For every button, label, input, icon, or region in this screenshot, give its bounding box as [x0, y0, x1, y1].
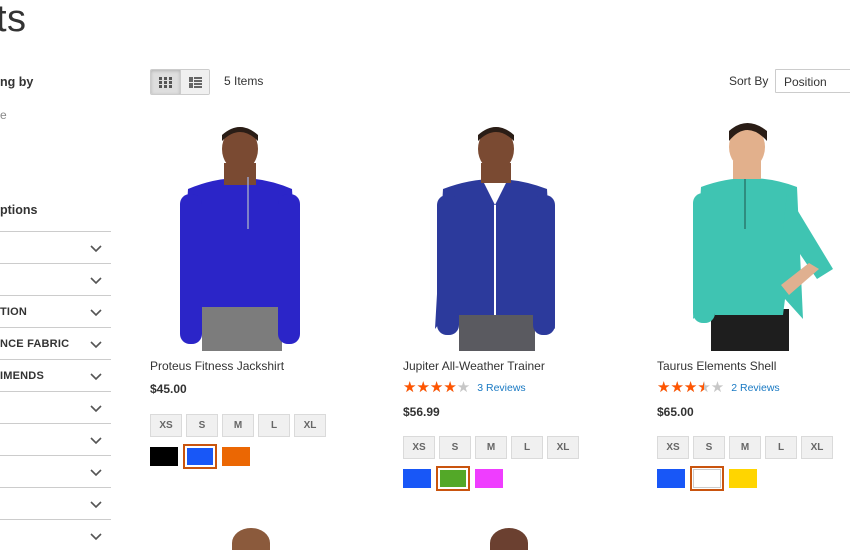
filter-item[interactable] — [0, 488, 111, 520]
product-card: Proteus Fitness Jackshirt $45.00 XS S M … — [150, 119, 360, 469]
color-swatch[interactable] — [436, 466, 470, 491]
shop-by-subtext: e — [0, 108, 7, 122]
filter-label: NCE FABRIC — [0, 338, 70, 350]
product-photo[interactable] — [657, 119, 837, 351]
view-mode-switcher — [150, 69, 210, 95]
filter-item[interactable] — [0, 264, 111, 296]
size-option[interactable]: XS — [657, 436, 689, 459]
filter-item[interactable] — [0, 456, 111, 488]
product-image-peek[interactable] — [232, 528, 270, 550]
chevron-down-icon — [90, 373, 102, 381]
sort-by-select[interactable]: Position — [775, 69, 850, 93]
size-option[interactable]: M — [729, 436, 761, 459]
sort-by-label: Sort By — [729, 74, 769, 88]
color-swatches — [403, 466, 613, 491]
color-swatches — [150, 444, 360, 469]
color-swatch[interactable] — [657, 469, 685, 488]
product-rating: ★★★★★ ★★★★★ 3 Reviews — [403, 380, 613, 395]
product-name[interactable]: Proteus Fitness Jackshirt — [150, 359, 360, 373]
product-card: Jupiter All-Weather Trainer ★★★★★ ★★★★★ … — [403, 119, 613, 491]
product-image — [180, 127, 300, 351]
product-name[interactable]: Jupiter All-Weather Trainer — [403, 359, 613, 373]
color-swatch[interactable] — [183, 444, 217, 469]
size-option[interactable]: XL — [801, 436, 833, 459]
rating-stars: ★★★★★ ★★★★★ — [403, 380, 470, 395]
product-image — [693, 123, 833, 351]
chevron-down-icon — [90, 501, 102, 509]
size-option[interactable]: XL — [294, 414, 326, 437]
product-photo[interactable] — [403, 119, 583, 351]
size-options: XS S M L XL — [403, 436, 613, 459]
color-swatch[interactable] — [690, 466, 724, 491]
grid-view-button[interactable] — [151, 70, 180, 94]
filter-list: TION NCE FABRIC IMENDS — [0, 231, 111, 550]
filter-item[interactable]: NCE FABRIC — [0, 328, 111, 360]
chevron-down-icon — [90, 437, 102, 445]
rating-stars-fill: ★★★★★ — [403, 381, 457, 395]
reviews-link[interactable]: 3 Reviews — [477, 382, 525, 394]
chevron-down-icon — [90, 277, 102, 285]
filter-item[interactable] — [0, 424, 111, 456]
size-option[interactable]: L — [511, 436, 543, 459]
list-view-button[interactable] — [180, 70, 209, 94]
chevron-down-icon — [90, 341, 102, 349]
size-option[interactable]: L — [765, 436, 797, 459]
filter-item[interactable] — [0, 392, 111, 424]
sidebar: ng by e ptions TION NCE FABRIC IMENDS — [0, 0, 112, 550]
size-option[interactable]: XS — [403, 436, 435, 459]
color-swatch[interactable] — [475, 469, 503, 488]
product-price: $56.99 — [403, 405, 440, 419]
color-swatch[interactable] — [222, 447, 250, 466]
items-count: 5 Items — [224, 74, 264, 88]
color-swatches — [657, 466, 850, 491]
filter-item[interactable]: IMENDS — [0, 360, 111, 392]
chevron-down-icon — [90, 309, 102, 317]
product-rating: ★★★★★ ★★★★★ 2 Reviews — [657, 380, 850, 395]
reviews-link[interactable]: 2 Reviews — [731, 382, 779, 394]
size-option[interactable]: M — [222, 414, 254, 437]
product-name[interactable]: Taurus Elements Shell — [657, 359, 850, 373]
chevron-down-icon — [90, 405, 102, 413]
filter-item[interactable] — [0, 232, 111, 264]
rating-stars: ★★★★★ ★★★★★ — [657, 380, 724, 395]
product-photo[interactable] — [150, 119, 330, 351]
size-option[interactable]: M — [475, 436, 507, 459]
product-card: Taurus Elements Shell ★★★★★ ★★★★★ 2 Revi… — [657, 119, 850, 491]
grid-icon — [159, 76, 172, 88]
filter-item[interactable]: TION — [0, 296, 111, 328]
size-option[interactable]: S — [693, 436, 725, 459]
color-swatch[interactable] — [729, 469, 757, 488]
size-options: XS S M L XL — [150, 414, 360, 437]
size-option[interactable]: L — [258, 414, 290, 437]
filter-label: TION — [0, 306, 28, 318]
filter-label: IMENDS — [0, 370, 44, 382]
chevron-down-icon — [90, 245, 102, 253]
size-option[interactable]: XL — [547, 436, 579, 459]
chevron-down-icon — [90, 533, 102, 541]
shopping-options-heading: ptions — [0, 203, 38, 217]
size-option[interactable]: S — [439, 436, 471, 459]
size-option[interactable]: S — [186, 414, 218, 437]
chevron-down-icon — [90, 469, 102, 477]
shop-by-heading: ng by — [0, 75, 34, 89]
product-image — [435, 127, 555, 351]
color-swatch[interactable] — [150, 447, 178, 466]
size-options: XS S M L XL — [657, 436, 850, 459]
color-swatch[interactable] — [403, 469, 431, 488]
product-price: $65.00 — [657, 405, 694, 419]
filter-item[interactable] — [0, 520, 111, 550]
size-option[interactable]: XS — [150, 414, 182, 437]
list-icon — [188, 76, 202, 88]
rating-stars-fill: ★★★★★ — [657, 381, 704, 395]
product-image-peek[interactable] — [490, 528, 528, 550]
product-price: $45.00 — [150, 382, 187, 396]
